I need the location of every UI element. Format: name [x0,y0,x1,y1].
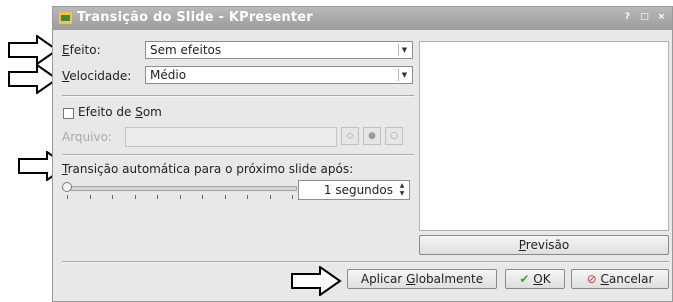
sound-effect-label: Efeito de Som [78,105,162,119]
title-bar[interactable]: Transição do Slide - KPresenter ? □ × [53,7,672,30]
slider-tick [202,195,203,199]
divider [62,154,414,156]
speed-label: Velocidade: [62,69,132,83]
speed-combobox[interactable]: Médio ▼ [145,66,413,84]
chevron-down-icon: ▼ [398,69,410,81]
cancel-button[interactable]: ⊘ Cancelar [571,269,669,289]
seconds-spinbox[interactable]: 1 segundos ▲ ▼ [298,180,410,200]
effect-value: Sem efeitos [150,43,222,57]
slider-tick [292,195,293,199]
file-path-input[interactable] [125,127,337,147]
seconds-value: 1 segundos [323,183,393,197]
effect-combobox[interactable]: Sem efeitos ▼ [145,41,413,59]
slider-tick [134,195,136,199]
auto-transition-slider-handle[interactable] [62,182,72,192]
slider-tick [89,195,91,199]
divider [62,95,414,97]
dialog-window: Transição do Slide - KPresenter ? □ × Ef… [52,6,673,302]
play-icon[interactable]: ● [363,127,381,145]
spin-arrows-icon[interactable]: ▲ ▼ [396,182,408,198]
auto-transition-label: Transição automática para o próximo slid… [62,162,354,176]
slider-tick [67,195,68,199]
effect-label: Efeito: [62,43,101,57]
slider-tick [224,195,226,199]
slider-tick [179,195,181,199]
callout-arrow-apply-globally [291,266,342,296]
stop-icon[interactable]: ○ [385,127,403,145]
window-title: Transição do Slide - KPresenter [77,10,313,25]
slider-tick [157,195,158,199]
ok-button[interactable]: ✔ OK [505,269,565,289]
preview-canvas [419,41,669,231]
slider-tick [112,195,113,199]
cancel-icon: ⊘ [586,272,597,286]
file-label: Arquivo: [62,130,112,144]
apply-globally-button[interactable]: Aplicar Globalmente [347,269,497,289]
sound-effect-checkbox[interactable] [63,108,74,119]
folder-icon[interactable]: ◇ [341,127,359,145]
close-icon[interactable]: × [656,12,667,23]
speed-value: Médio [150,68,187,82]
divider [62,261,669,263]
slider-tick [269,195,271,199]
check-icon: ✔ [519,272,530,286]
preview-button[interactable]: Previsão [419,235,669,255]
maximize-icon[interactable]: □ [639,12,650,23]
slider-tick [247,195,248,199]
kpresenter-icon [59,12,72,24]
auto-transition-slider-track[interactable] [65,186,297,191]
help-icon[interactable]: ? [622,12,633,23]
chevron-down-icon: ▼ [398,44,410,56]
